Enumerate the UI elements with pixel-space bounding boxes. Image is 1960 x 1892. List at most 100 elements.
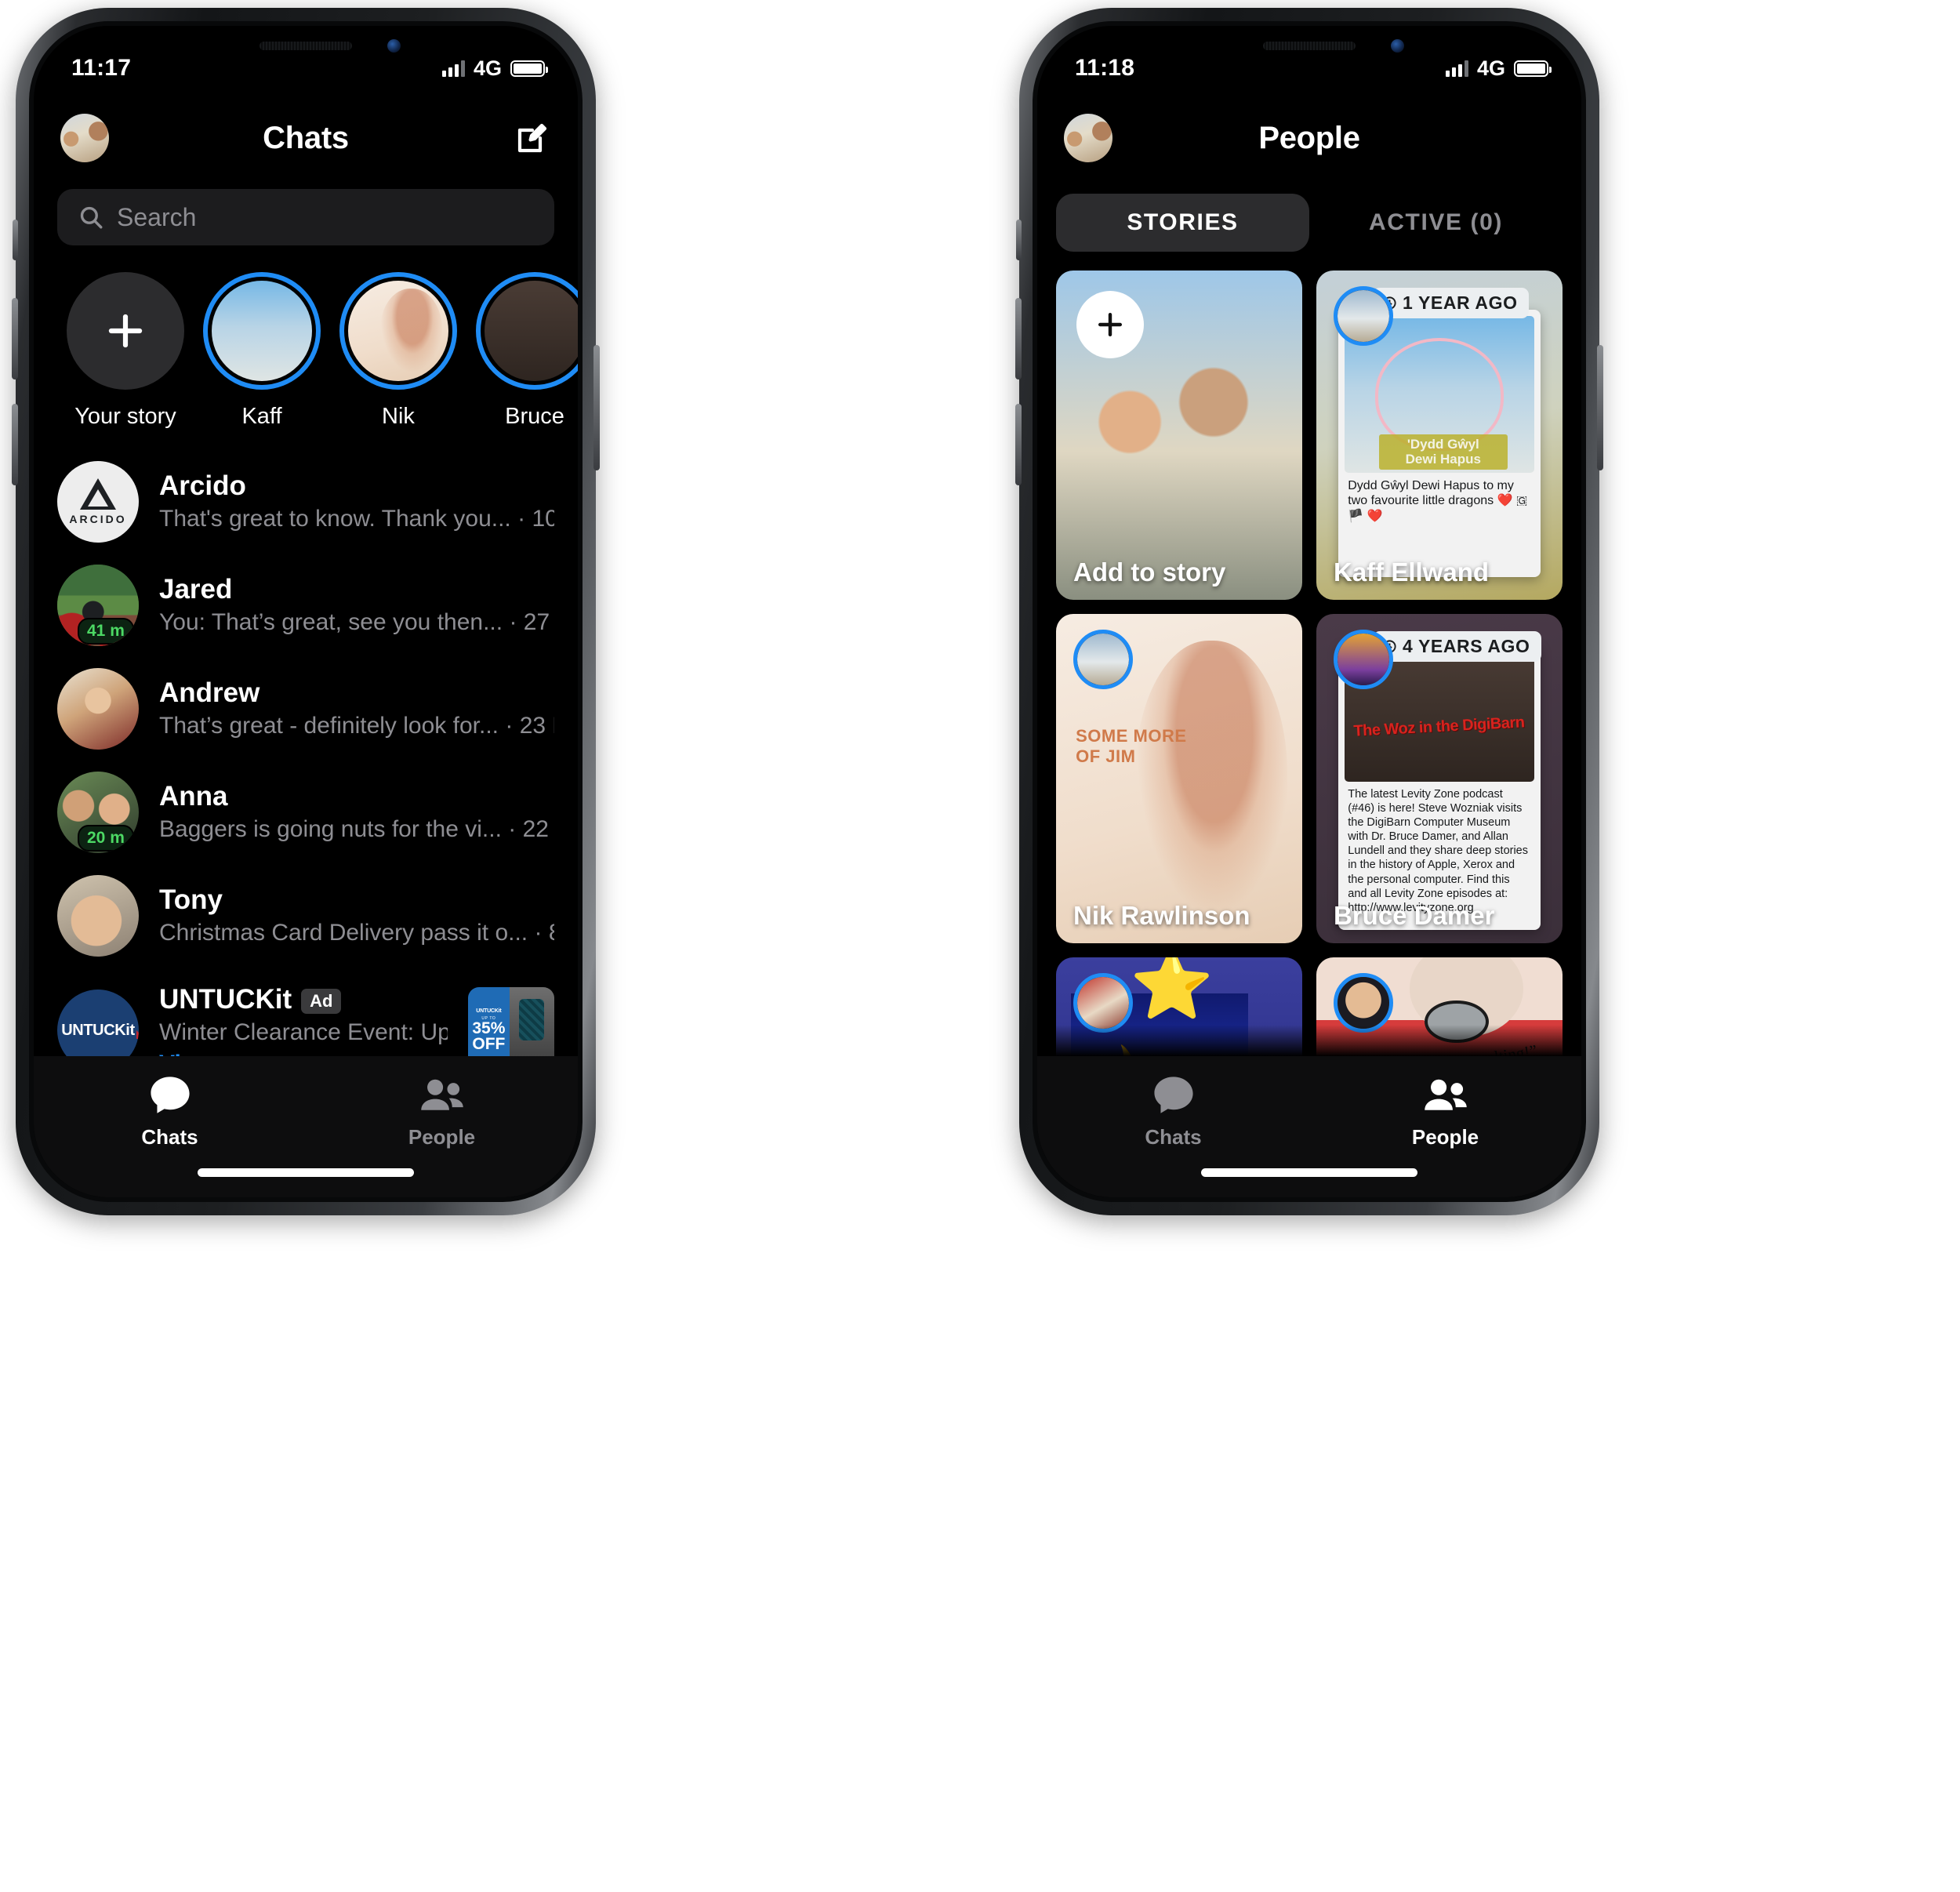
network-label: 4G	[473, 56, 502, 80]
scroll-fade	[1037, 1025, 1581, 1056]
tab-label: People	[408, 1125, 476, 1149]
volume-up-button[interactable]	[1015, 298, 1022, 379]
story-label: Your story	[74, 404, 176, 429]
nav-bar-people: People	[1037, 104, 1581, 172]
plus-icon[interactable]	[67, 272, 184, 390]
chat-name: Arcido	[159, 470, 246, 502]
story-bruce[interactable]: Bruce	[476, 272, 578, 430]
card-label: Add to story	[1073, 557, 1226, 586]
ad-thumb-off: OFF	[472, 1035, 506, 1053]
people-icon	[420, 1079, 463, 1110]
card-bruce-damer[interactable]: 4 YEARS AGO The Woz in the DigiBarn The …	[1316, 614, 1563, 943]
story-kaff[interactable]: Kaff	[203, 272, 321, 430]
card-kaff-ellwand[interactable]: 1 YEAR AGO 'Dydd Gŵyl Dewi Hapus Dydd Gŵ…	[1316, 271, 1563, 600]
chat-name: Jared	[159, 574, 233, 605]
table-row[interactable]: Tony Christmas Card Delivery pass it o..…	[34, 864, 578, 968]
story-overlay-line2: Dewi Hapus	[1405, 452, 1481, 467]
avatar	[57, 875, 139, 957]
avatar[interactable]	[1064, 114, 1112, 162]
front-camera-icon	[387, 39, 401, 53]
story-label: Nik	[382, 404, 415, 429]
chat-name: Andrew	[159, 677, 260, 709]
story-label: Kaff	[241, 404, 282, 429]
power-button[interactable]	[1597, 345, 1603, 470]
chat-time: 22 Dec	[522, 816, 554, 843]
home-indicator[interactable]	[198, 1168, 414, 1177]
status-badge: 20 m	[78, 825, 134, 852]
ad-name: UNTUCKit Ad	[159, 983, 448, 1015]
silent-switch[interactable]	[1016, 220, 1022, 260]
chat-bubble-icon	[1153, 1077, 1193, 1113]
table-row[interactable]: ARCIDO Arcido That's great to know. Than…	[34, 450, 578, 554]
signal-icon	[441, 60, 465, 77]
compose-icon[interactable]	[514, 119, 551, 157]
chat-preview: That's great to know. Thank you... · 10 …	[159, 504, 554, 534]
tab-label: Chats	[141, 1125, 198, 1149]
tab-chats[interactable]: Chats	[34, 1075, 306, 1149]
avatar: ARCIDO	[57, 461, 139, 543]
page-title: People	[1258, 120, 1360, 155]
tab-people[interactable]: People	[306, 1075, 578, 1149]
chat-name: Tony	[159, 884, 223, 916]
stories-grid[interactable]: Add to story 1 YEAR AGO 'Dydd Gŵyl Dewi …	[1037, 252, 1581, 1122]
silent-switch[interactable]	[13, 220, 18, 260]
search-icon	[80, 206, 103, 229]
avatar	[1334, 630, 1393, 689]
tab-active[interactable]: ACTIVE (0)	[1309, 194, 1563, 252]
volume-down-button[interactable]	[12, 404, 18, 485]
table-row[interactable]: 20 m Anna Baggers is going nuts for the …	[34, 761, 578, 864]
table-row[interactable]: 41 m Jared You: That’s great, see you th…	[34, 554, 578, 657]
avatar: 20 m	[57, 772, 139, 853]
plus-icon[interactable]	[1076, 291, 1144, 358]
story-nik[interactable]: Nik	[339, 272, 457, 430]
story-caption: The latest Levity Zone podcast (#46) is …	[1348, 787, 1528, 914]
tab-stories[interactable]: STORIES	[1056, 194, 1309, 252]
time-badge: 4 YEARS AGO	[1373, 631, 1541, 662]
tab-people[interactable]: People	[1309, 1075, 1581, 1149]
card-label: Nik Rawlinson	[1073, 901, 1250, 930]
card-label: Bruce Damer	[1334, 901, 1495, 930]
chat-name: Anna	[159, 781, 228, 812]
avatar	[57, 668, 139, 750]
page-title: Chats	[263, 120, 349, 155]
untuckit-logo: UNTUCKit	[61, 1021, 139, 1039]
battery-icon	[510, 60, 548, 77]
ad-badge: Ad	[301, 988, 342, 1014]
story-your-story[interactable]: Your story	[67, 272, 184, 430]
segmented-control[interactable]: STORIES ACTIVE (0)	[1056, 194, 1563, 252]
status-time: 11:18	[1075, 55, 1135, 81]
card-add-to-story[interactable]: Add to story	[1056, 271, 1302, 600]
story-overlay-line1: 'Dydd Gŵyl	[1406, 436, 1479, 452]
shooting-star-icon: ⭐	[1130, 957, 1214, 1022]
tab-chats[interactable]: Chats	[1037, 1075, 1309, 1149]
search-input[interactable]: Search	[57, 189, 554, 245]
chat-bubble-icon	[150, 1077, 190, 1113]
power-button[interactable]	[593, 345, 600, 470]
signal-icon	[1445, 60, 1468, 77]
earpiece-speaker	[260, 42, 352, 50]
chat-preview: You: That’s great, see you then... · 27 …	[159, 608, 554, 637]
avatar	[1334, 286, 1393, 346]
phone-left-chats: 11:17 4G Chats Search Your story Kaff Ni…	[12, 8, 600, 1215]
table-row[interactable]: Andrew That’s great - definitely look fo…	[34, 657, 578, 761]
ad-thumb-brand: UNTUCKit	[476, 1008, 502, 1015]
sketch-caption-line2: OF JIM	[1076, 746, 1136, 767]
status-badge: 41 m	[78, 618, 134, 645]
volume-up-button[interactable]	[12, 298, 18, 379]
time-badge: 1 YEAR AGO	[1373, 288, 1529, 318]
home-indicator[interactable]	[1201, 1168, 1417, 1177]
tab-label: People	[1411, 1125, 1479, 1149]
screenshot-stage: 11:17 4G Chats Search Your story Kaff Ni…	[0, 0, 1960, 1892]
card-nik-rawlinson[interactable]: SOME MORE OF JIM Nik Rawlinson	[1056, 614, 1302, 943]
chat-preview: Baggers is going nuts for the vi... · 22…	[159, 815, 554, 844]
left-screen: 11:17 4G Chats Search Your story Kaff Ni…	[34, 26, 578, 1197]
story-label: Bruce	[505, 404, 564, 429]
avatar[interactable]	[60, 114, 109, 162]
story-post: 'Dydd Gŵyl Dewi Hapus Dydd Gŵyl Dewi Hap…	[1338, 310, 1541, 577]
story-caption: Dydd Gŵyl Dewi Hapus to my two favourite…	[1348, 478, 1528, 523]
stories-strip[interactable]: Your story Kaff Nik Bruce	[34, 245, 578, 430]
volume-down-button[interactable]	[1015, 404, 1022, 485]
notch	[1180, 26, 1439, 68]
status-time: 11:17	[71, 55, 132, 81]
chat-time: 23 Dec	[519, 713, 554, 739]
